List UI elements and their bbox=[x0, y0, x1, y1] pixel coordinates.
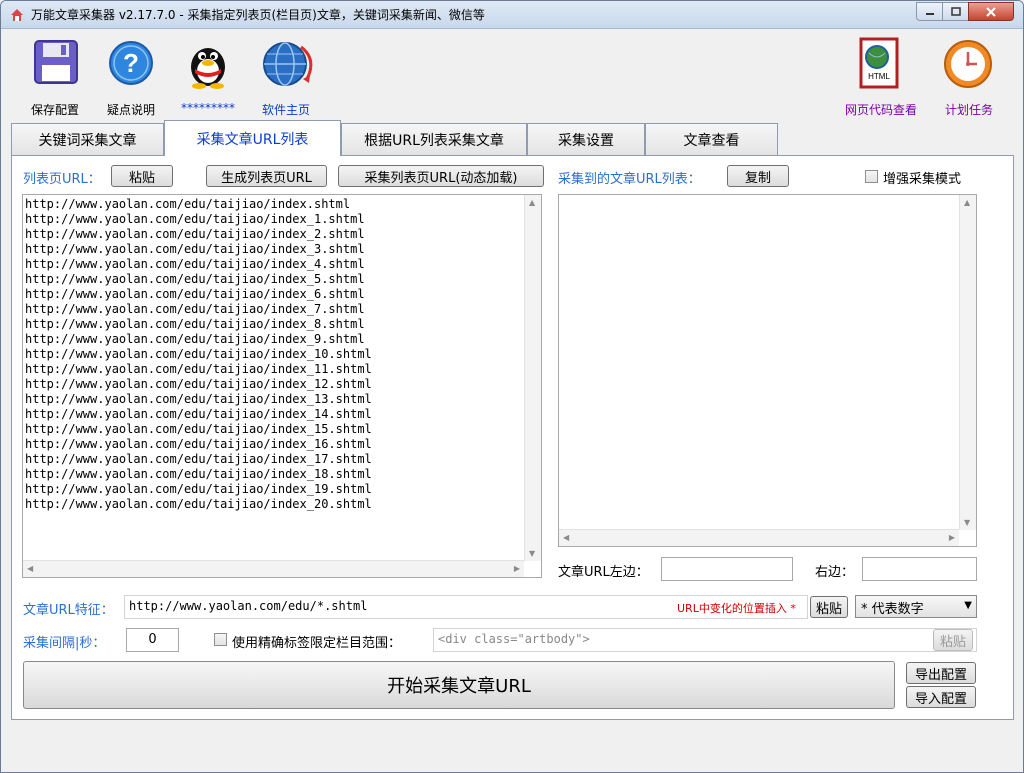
url-right-edge-input[interactable] bbox=[862, 557, 977, 581]
html-viewer-label: 网页代码查看 bbox=[844, 103, 917, 117]
list-url-vscrollbar[interactable]: ▲ ▼ bbox=[524, 195, 541, 561]
precise-tag-input[interactable]: <div class="artbody"> bbox=[433, 628, 977, 652]
scroll-right-icon[interactable]: ▶ bbox=[514, 564, 520, 573]
url-right-edge-label: 右边： bbox=[815, 565, 855, 580]
url-feature-label: 文章URL特征： bbox=[23, 603, 114, 618]
collected-hscrollbar[interactable]: ◀ ▶ bbox=[559, 529, 959, 546]
tab-collect-by-url-list[interactable]: 根据URL列表采集文章 bbox=[341, 123, 527, 155]
app-icon bbox=[11, 9, 23, 21]
scroll-left-icon[interactable]: ◀ bbox=[563, 533, 569, 542]
import-config-button[interactable]: 导入配置 bbox=[906, 686, 976, 708]
homepage-label: 软件主页 bbox=[261, 103, 310, 117]
url-line: http://www.yaolan.com/edu/taijiao/index_… bbox=[25, 257, 365, 271]
enhanced-mode-checkbox[interactable] bbox=[865, 170, 878, 183]
url-line: http://www.yaolan.com/edu/taijiao/index_… bbox=[25, 482, 372, 496]
schedule-label: 计划任务 bbox=[944, 103, 993, 117]
url-line: http://www.yaolan.com/edu/taijiao/index_… bbox=[25, 497, 372, 511]
interval-label: 采集间隔|秒： bbox=[23, 636, 106, 651]
schedule-button[interactable]: 计划任务 bbox=[937, 37, 1001, 117]
clock-icon bbox=[944, 40, 992, 88]
url-line: http://www.yaolan.com/edu/taijiao/index_… bbox=[25, 452, 372, 466]
url-line: http://www.yaolan.com/edu/taijiao/index_… bbox=[25, 407, 372, 421]
paste-list-url-button[interactable]: 粘贴 bbox=[111, 165, 173, 187]
url-line: http://www.yaolan.com/edu/taijiao/index.… bbox=[25, 197, 351, 211]
url-line: http://www.yaolan.com/edu/taijiao/index_… bbox=[25, 287, 365, 301]
title-bar: 万能文章采集器 v2.17.7.0 - 采集指定列表页(栏目页)文章，关键词采集… bbox=[1, 1, 1023, 29]
url-left-edge-label: 文章URL左边： bbox=[558, 565, 649, 580]
maximize-button[interactable] bbox=[942, 2, 969, 21]
url-line: http://www.yaolan.com/edu/taijiao/index_… bbox=[25, 242, 365, 256]
qq-penguin-icon bbox=[191, 48, 225, 89]
list-url-hscrollbar[interactable]: ◀ ▶ bbox=[23, 560, 524, 577]
url-line: http://www.yaolan.com/edu/taijiao/index_… bbox=[25, 317, 365, 331]
url-line: http://www.yaolan.com/edu/taijiao/index_… bbox=[25, 212, 365, 226]
url-line: http://www.yaolan.com/edu/taijiao/index_… bbox=[25, 422, 372, 436]
html-badge-text: HTML bbox=[868, 72, 890, 81]
paste-feature-button[interactable]: 粘贴 bbox=[810, 596, 848, 618]
scroll-up-icon[interactable]: ▲ bbox=[964, 198, 970, 207]
precise-tag-checkbox[interactable] bbox=[214, 633, 227, 646]
wildcard-type-value: * 代表数字 bbox=[861, 602, 924, 617]
url-line: http://www.yaolan.com/edu/taijiao/index_… bbox=[25, 437, 372, 451]
url-list: http://www.yaolan.com/edu/taijiao/index.… bbox=[25, 197, 372, 512]
insert-hint-text: URL中变化的位置插入 * bbox=[677, 602, 796, 615]
url-line: http://www.yaolan.com/edu/taijiao/index_… bbox=[25, 272, 365, 286]
tab-keyword-collect[interactable]: 关键词采集文章 bbox=[11, 123, 164, 155]
close-button[interactable] bbox=[968, 2, 1014, 21]
help-icon: ? bbox=[109, 41, 153, 85]
minimize-button[interactable] bbox=[916, 2, 943, 21]
qq-contact-button[interactable]: ********* bbox=[177, 37, 239, 117]
save-config-button[interactable]: 保存配置 bbox=[25, 37, 85, 117]
faq-label: 疑点说明 bbox=[106, 103, 155, 117]
scroll-left-icon[interactable]: ◀ bbox=[27, 564, 33, 573]
list-url-textarea[interactable]: http://www.yaolan.com/edu/taijiao/index.… bbox=[22, 194, 542, 578]
url-line: http://www.yaolan.com/edu/taijiao/index_… bbox=[25, 332, 365, 346]
collected-vscrollbar[interactable]: ▲ ▼ bbox=[959, 195, 976, 530]
url-line: http://www.yaolan.com/edu/taijiao/index_… bbox=[25, 227, 365, 241]
precise-tag-label: 使用精确标签限定栏目范围： bbox=[232, 636, 402, 651]
url-line: http://www.yaolan.com/edu/taijiao/index_… bbox=[25, 377, 372, 391]
html-file-icon: HTML bbox=[859, 37, 899, 89]
enhanced-mode-label: 增强采集模式 bbox=[883, 172, 962, 187]
tab-article-view[interactable]: 文章查看 bbox=[645, 123, 778, 155]
scroll-down-icon[interactable]: ▼ bbox=[529, 549, 535, 558]
export-config-button[interactable]: 导出配置 bbox=[906, 662, 976, 684]
interval-input[interactable]: 0 bbox=[126, 628, 179, 652]
url-line: http://www.yaolan.com/edu/taijiao/index_… bbox=[25, 362, 372, 376]
qq-label: ********* bbox=[181, 101, 235, 115]
collected-url-label: 采集到的文章URL列表： bbox=[558, 172, 701, 187]
collect-dynamic-button[interactable]: 采集列表页URL(动态加载) bbox=[338, 165, 544, 187]
start-collect-button[interactable]: 开始采集文章URL bbox=[23, 661, 895, 709]
url-line: http://www.yaolan.com/edu/taijiao/index_… bbox=[25, 467, 372, 481]
scroll-right-icon[interactable]: ▶ bbox=[949, 533, 955, 542]
tab-collect-url-list[interactable]: 采集文章URL列表 bbox=[164, 120, 341, 156]
homepage-button[interactable]: 软件主页 bbox=[253, 37, 319, 117]
url-line: http://www.yaolan.com/edu/taijiao/index_… bbox=[25, 302, 365, 316]
svg-text:?: ? bbox=[123, 48, 139, 78]
html-viewer-button[interactable]: HTML 网页代码查看 bbox=[841, 37, 921, 117]
url-line: http://www.yaolan.com/edu/taijiao/index_… bbox=[25, 392, 372, 406]
generate-list-url-button[interactable]: 生成列表页URL bbox=[206, 165, 327, 187]
tab-collect-settings[interactable]: 采集设置 bbox=[527, 123, 645, 155]
minimize-icon bbox=[925, 12, 934, 15]
url-left-edge-input[interactable] bbox=[661, 557, 793, 581]
chevron-down-icon: ▼ bbox=[964, 600, 972, 611]
app-window: 万能文章采集器 v2.17.7.0 - 采集指定列表页(栏目页)文章，关键词采集… bbox=[0, 0, 1024, 773]
copy-button[interactable]: 复制 bbox=[727, 165, 789, 187]
window-title: 万能文章采集器 v2.17.7.0 - 采集指定列表页(栏目页)文章，关键词采集… bbox=[31, 8, 485, 22]
globe-icon bbox=[263, 42, 313, 86]
scroll-down-icon[interactable]: ▼ bbox=[964, 518, 970, 527]
url-line: http://www.yaolan.com/edu/taijiao/index_… bbox=[25, 347, 372, 361]
list-url-label: 列表页URL： bbox=[23, 172, 101, 187]
paste-tag-button[interactable]: 粘贴 bbox=[933, 629, 973, 651]
scroll-up-icon[interactable]: ▲ bbox=[529, 198, 535, 207]
collected-url-textarea[interactable]: ▲ ▼ ◀ ▶ bbox=[558, 194, 977, 547]
floppy-disk-icon bbox=[34, 40, 78, 84]
maximize-icon bbox=[950, 7, 961, 16]
close-icon bbox=[986, 6, 996, 17]
faq-button[interactable]: ? 疑点说明 bbox=[101, 37, 161, 117]
wildcard-type-select[interactable]: * 代表数字 ▼ bbox=[855, 595, 977, 618]
save-config-label: 保存配置 bbox=[30, 103, 79, 117]
